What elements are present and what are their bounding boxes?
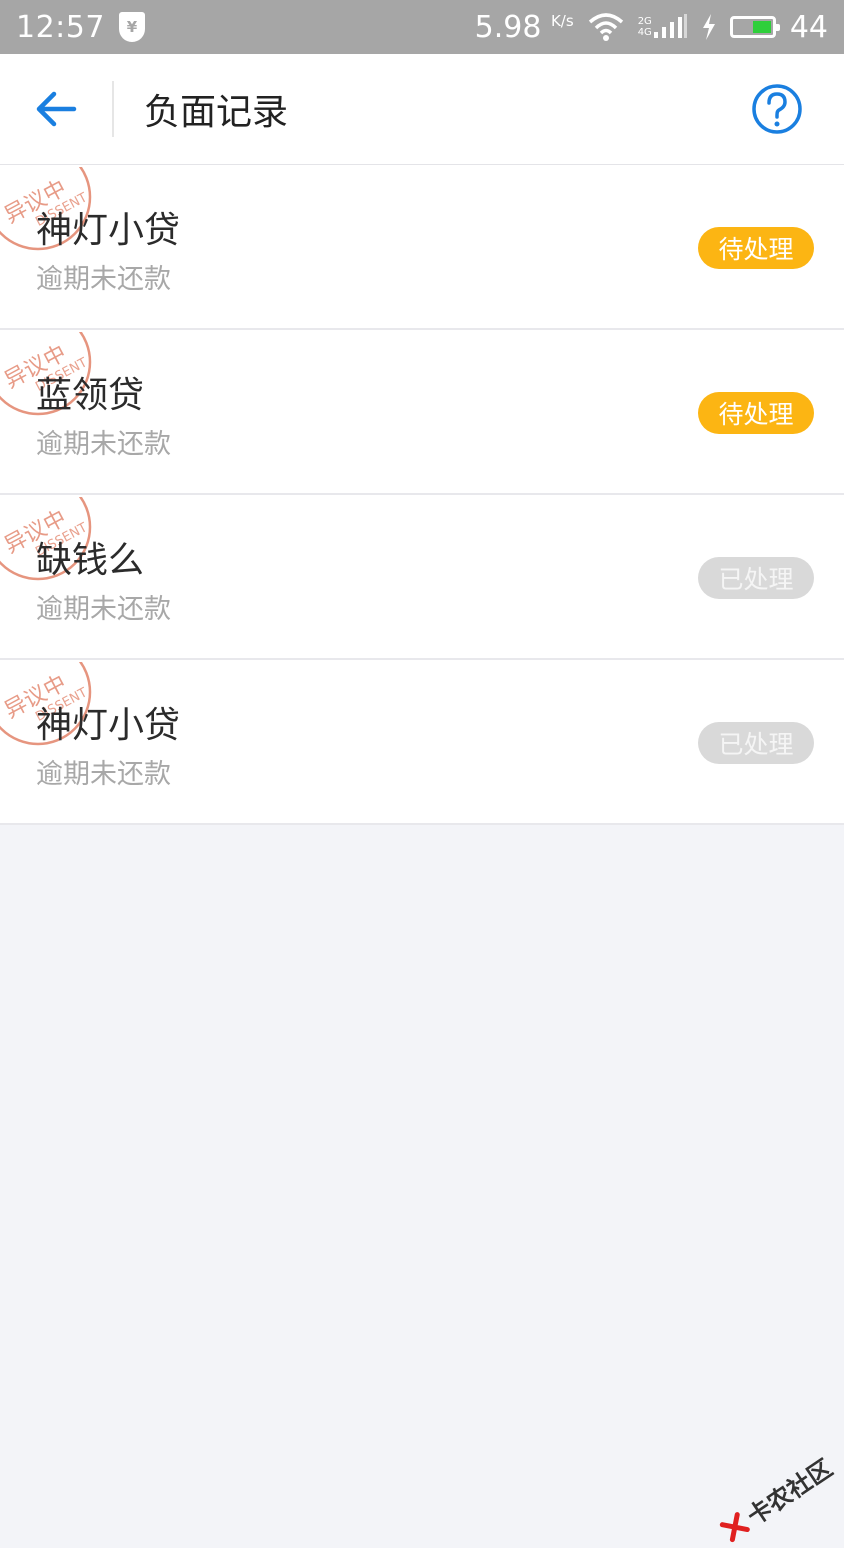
watermark: 卡农社区 [714, 1449, 838, 1548]
record-description: 逾期未还款 [36, 594, 171, 625]
record-description: 逾期未还款 [36, 264, 171, 295]
question-circle-icon [752, 84, 802, 134]
charging-icon [702, 14, 716, 40]
back-button[interactable] [0, 54, 112, 164]
network-speed: 5.98 K/s [475, 10, 574, 45]
status-badge[interactable]: 已处理 [698, 557, 814, 599]
status-badge[interactable]: 已处理 [698, 722, 814, 764]
wifi-icon [588, 12, 624, 42]
security-shield-icon: ¥ [118, 12, 145, 42]
status-badge[interactable]: 待处理 [698, 227, 814, 269]
help-button[interactable] [750, 82, 804, 136]
header-divider [112, 81, 114, 137]
signal-icon: 2G 4G [638, 14, 688, 40]
network-type: 2G 4G [638, 16, 652, 38]
status-badge[interactable]: 待处理 [698, 392, 814, 434]
lender-name: 缺钱么 [36, 540, 145, 581]
network-type-top: 2G [637, 16, 652, 27]
arrow-left-icon [36, 91, 77, 127]
lender-name: 神灯小贷 [36, 210, 181, 251]
network-speed-unit: K/s [550, 11, 574, 30]
record-list: 异议中 DISSENT 神灯小贷 逾期未还款 待处理 异议中 DISSENT 蓝… [0, 165, 844, 825]
status-indicators: 5.98 K/s 2G 4G 44 [475, 10, 828, 45]
record-row[interactable]: 异议中 DISSENT 缺钱么 逾期未还款 已处理 [0, 495, 844, 660]
record-row[interactable]: 异议中 DISSENT 蓝领贷 逾期未还款 待处理 [0, 330, 844, 495]
app-header: 负面记录 [0, 54, 844, 165]
lender-name: 神灯小贷 [36, 705, 181, 746]
lender-name: 蓝领贷 [36, 375, 145, 416]
status-bar: 12:57 ¥ 5.98 K/s 2G 4G 44 [0, 0, 844, 54]
network-type-bottom: 4G [637, 27, 652, 38]
battery-level: 44 [789, 9, 828, 45]
record-description: 逾期未还款 [36, 759, 171, 790]
record-row[interactable]: 异议中 DISSENT 神灯小贷 逾期未还款 已处理 [0, 660, 844, 825]
battery-icon [729, 16, 780, 38]
record-row[interactable]: 异议中 DISSENT 神灯小贷 逾期未还款 待处理 [0, 165, 844, 330]
clock: 12:57 [16, 9, 105, 45]
page-title: 负面记录 [144, 92, 289, 133]
watermark-text: 卡农社区 [742, 1453, 838, 1531]
record-description: 逾期未还款 [36, 429, 171, 460]
network-speed-value: 5.98 [474, 9, 542, 45]
